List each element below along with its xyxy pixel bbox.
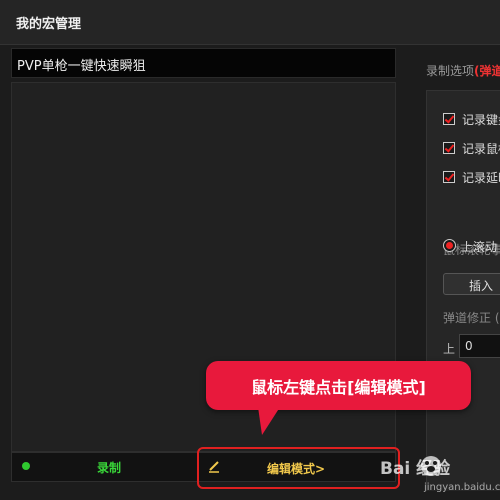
record-delay-label: 记录延时 bbox=[462, 171, 500, 185]
up-value-text: 0 bbox=[465, 339, 473, 353]
scroll-up-label: 上滚动 bbox=[461, 240, 498, 254]
pencil-icon bbox=[209, 461, 219, 473]
window-title: 我的宏管理 bbox=[16, 17, 82, 32]
record-button[interactable]: 录制 bbox=[97, 459, 121, 476]
callout-tail-icon bbox=[258, 407, 280, 435]
macro-name-text: PVP单枪一键快速瞬狙 bbox=[17, 59, 146, 74]
up-value-input[interactable]: 0 bbox=[459, 334, 500, 358]
insert-label: 插入 bbox=[469, 279, 494, 293]
record-dot-icon bbox=[22, 462, 30, 470]
record-keyboard-checkbox[interactable] bbox=[443, 113, 455, 125]
scroll-up-radio[interactable] bbox=[443, 239, 456, 252]
edit-mode-button[interactable]: 编辑模式> bbox=[197, 447, 400, 489]
insert-button[interactable]: 插入 bbox=[443, 273, 500, 295]
record-options-label: 录制选项(弹道 bbox=[426, 64, 500, 78]
baidu-watermark: Bai 经验 jingyan.baidu.com bbox=[380, 452, 500, 498]
record-options-panel: 记录键盘 记录鼠标 记录延时 鼠标滚轮事件 上滚动 插入 弹道修正 (← 上 0 bbox=[426, 90, 500, 491]
macro-name-field[interactable]: PVP单枪一键快速瞬狙 bbox=[11, 48, 396, 78]
title-bar: 我的宏管理 bbox=[0, 0, 500, 45]
watermark-url: jingyan.baidu.com bbox=[424, 482, 500, 493]
record-mouse-label: 记录鼠标 bbox=[462, 142, 500, 156]
callout-text: 鼠标左键点击[编辑模式] bbox=[251, 378, 426, 397]
up-label: 上 bbox=[443, 342, 456, 356]
record-mouse-checkbox[interactable] bbox=[443, 142, 455, 154]
record-keyboard-label: 记录键盘 bbox=[462, 113, 500, 127]
recoil-label: 弹道修正 (← bbox=[443, 311, 500, 325]
record-delay-checkbox[interactable] bbox=[443, 171, 455, 183]
instruction-callout: 鼠标左键点击[编辑模式] bbox=[206, 361, 471, 410]
paw-icon bbox=[421, 456, 441, 476]
edit-mode-label: 编辑模式> bbox=[267, 462, 326, 476]
